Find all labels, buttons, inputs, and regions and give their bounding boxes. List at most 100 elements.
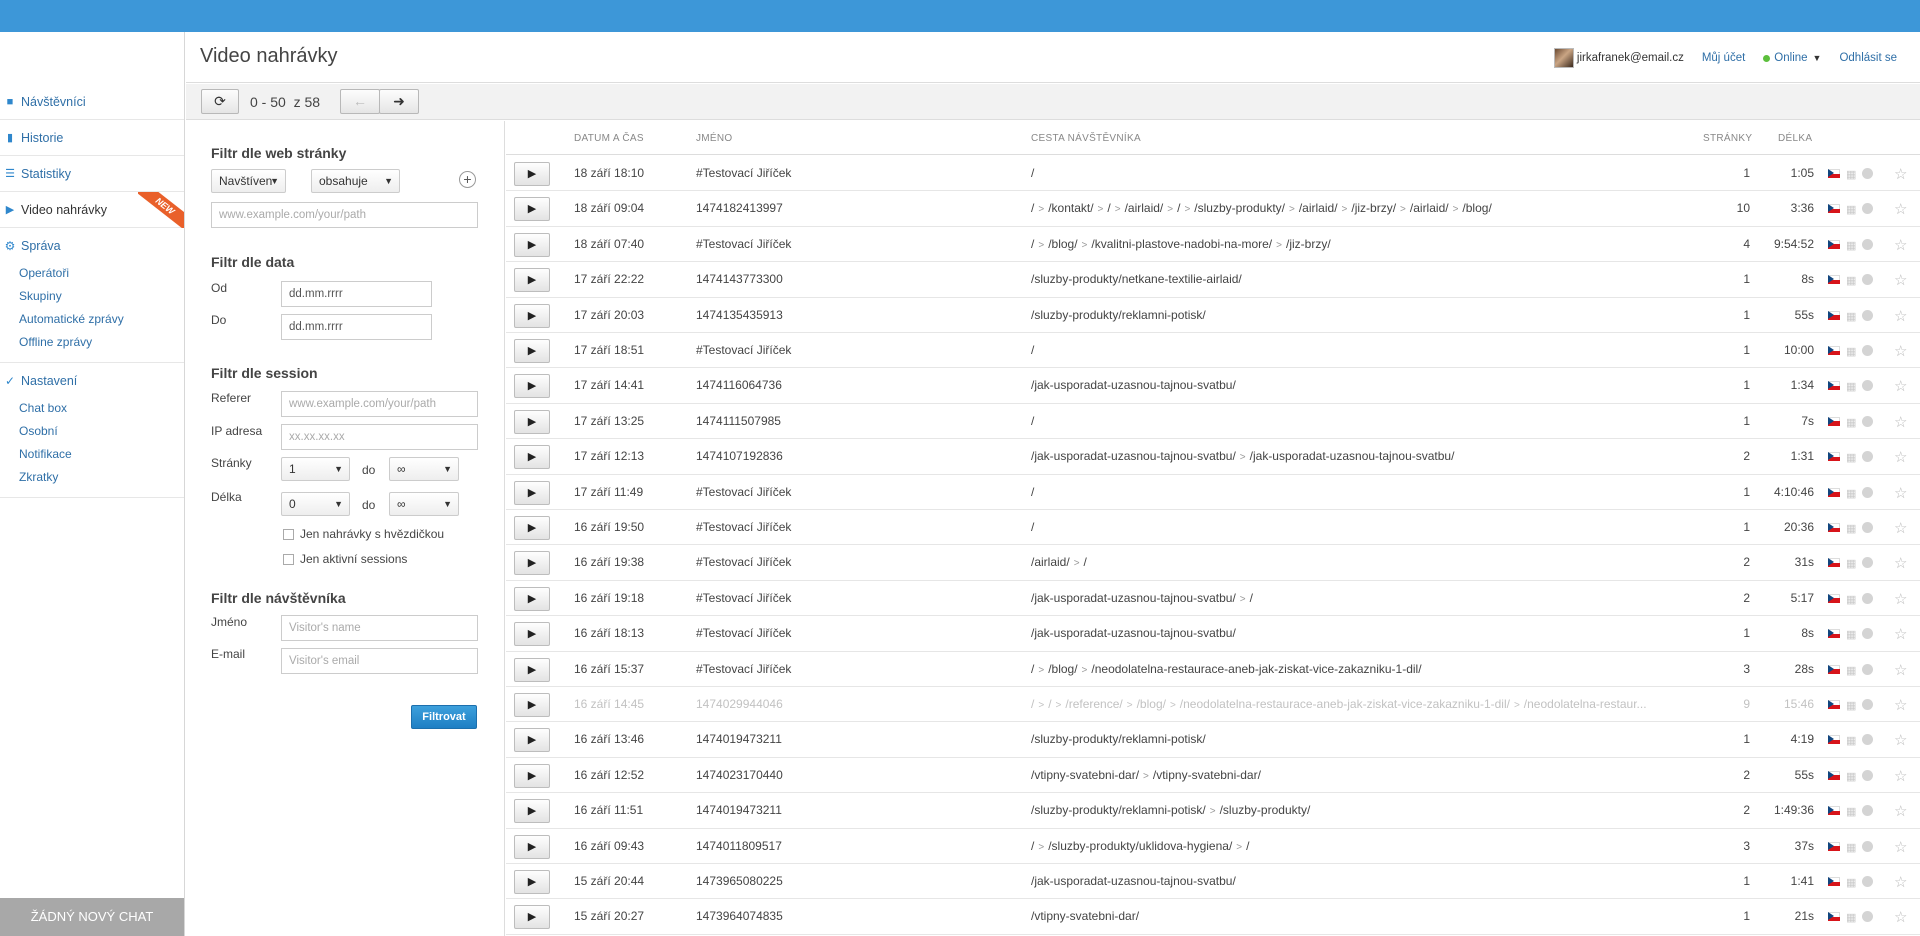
sidebar-item-zkratky[interactable]: Zkratky — [0, 466, 184, 489]
table-row[interactable]: ▶ 16 září 19:50 #Testovací Jiříček / 1 20:36 ▦… — [506, 510, 1920, 546]
refresh-button[interactable]: ⟳ — [201, 89, 239, 114]
star-icon[interactable]: ☆ — [1894, 377, 1907, 395]
chevron-down-icon[interactable]: ▼ — [1813, 53, 1822, 63]
star-icon[interactable]: ☆ — [1894, 307, 1907, 325]
no-new-chat-bar[interactable]: ŽÁDNÝ NOVÝ CHAT — [0, 898, 184, 936]
sidebar-item-automaticke-zpravy[interactable]: Automatické zprávy — [0, 308, 184, 331]
star-icon[interactable]: ☆ — [1894, 802, 1907, 820]
length-from-select[interactable]: 0 ▼ — [281, 492, 350, 516]
play-button[interactable]: ▶ — [514, 728, 550, 753]
my-account-link[interactable]: Můj účet — [1702, 52, 1745, 64]
table-row[interactable]: ▶ 16 září 14:45 1474029944046/> / >/referenc… — [506, 687, 1920, 723]
star-icon[interactable]: ☆ — [1894, 838, 1907, 856]
play-button[interactable]: ▶ — [514, 409, 550, 434]
table-row[interactable]: ▶ 16 září 09:43 1474011809517/>/sluzby-pro… — [506, 829, 1920, 864]
table-row[interactable]: ▶ 15 září 20:44 1473965080225/jak-usporada… — [506, 864, 1920, 900]
referer-input[interactable]: www.example.com/your/path — [281, 391, 478, 417]
sidebar-item-skupiny[interactable]: Skupiny — [0, 285, 184, 308]
web-visited-select[interactable]: Navštíven ▼ — [211, 169, 286, 193]
visitor-email-input[interactable]: Visitor's email — [281, 648, 478, 674]
status-dropdown[interactable]: Online — [1774, 52, 1807, 64]
table-row[interactable]: ▶ 16 září 19:38 #Testovací Jiříček/airlaid… — [506, 545, 1920, 581]
table-row[interactable]: ▶ 16 září 11:51 1474019473211/sluzby-produ… — [506, 793, 1920, 829]
play-button[interactable]: ▶ — [514, 516, 550, 540]
table-row[interactable]: ▶ 17 září 13:25 1474111507985 / 1 7s ▦ ☆ — [506, 404, 1920, 440]
table-row[interactable]: ▶ 17 září 20:03 1474135435913/sluzby-produ… — [506, 298, 1920, 333]
col-name[interactable]: JMÉNO — [696, 133, 733, 144]
active-only-checkbox[interactable] — [283, 554, 294, 565]
play-button[interactable]: ▶ — [514, 551, 550, 576]
sidebar-item-statistiky[interactable]: ☰ Statistiky — [0, 156, 184, 192]
sidebar-item-operatori[interactable]: Operátoři — [0, 262, 184, 285]
next-page-button[interactable]: ➜ — [379, 89, 419, 114]
starred-only-checkbox[interactable] — [283, 529, 294, 540]
visitor-name-input[interactable]: Visitor's name — [281, 615, 478, 641]
sidebar-item-chat-box[interactable]: Chat box — [0, 397, 184, 420]
star-icon[interactable]: ☆ — [1894, 554, 1907, 572]
star-icon[interactable]: ☆ — [1894, 731, 1907, 749]
star-icon[interactable]: ☆ — [1894, 873, 1907, 891]
table-row[interactable]: ▶ 16 září 19:18 #Testovací Jiříček/jak-usp… — [506, 581, 1920, 617]
play-button[interactable]: ▶ — [514, 622, 550, 647]
web-contains-select[interactable]: obsahuje ▼ — [311, 169, 400, 193]
table-row[interactable]: ▶ 16 září 15:37 #Testovací Jiříček / >/blog/… — [506, 652, 1920, 687]
sidebar-item-navstevnici[interactable]: ■ Návštěvníci — [0, 84, 184, 120]
star-icon[interactable]: ☆ — [1894, 342, 1907, 360]
play-button[interactable]: ▶ — [514, 339, 550, 363]
star-icon[interactable]: ☆ — [1894, 661, 1907, 679]
play-button[interactable]: ▶ — [514, 905, 550, 930]
star-icon[interactable]: ☆ — [1894, 908, 1907, 926]
col-length[interactable]: DÉLKA — [1778, 133, 1812, 144]
date-from-input[interactable]: dd.mm.rrrr — [281, 281, 432, 307]
play-button[interactable]: ▶ — [514, 870, 550, 894]
table-row[interactable]: ▶ 18 září 18:10 #Testovací Jiříček / 1 1:05 ▦ ☆ — [506, 156, 1920, 192]
star-icon[interactable]: ☆ — [1894, 519, 1907, 537]
star-icon[interactable]: ☆ — [1894, 696, 1907, 714]
table-row[interactable]: ▶ 17 září 18:51 #Testovací Jiříček / 1 10:00 ▦… — [506, 333, 1920, 369]
play-button[interactable]: ▶ — [514, 162, 550, 186]
star-icon[interactable]: ☆ — [1894, 271, 1907, 289]
play-button[interactable]: ▶ — [514, 232, 550, 257]
prev-page-button[interactable]: ← — [340, 89, 380, 114]
add-filter-button[interactable]: + — [459, 171, 476, 188]
sidebar-section-nastaveni[interactable]: ✓ Nastavení — [0, 365, 184, 397]
sidebar-section-sprava[interactable]: ⚙ Správa — [0, 230, 184, 262]
date-to-input[interactable]: dd.mm.rrrr — [281, 314, 432, 340]
play-button[interactable]: ▶ — [514, 693, 550, 717]
sidebar-item-offline-zpravy[interactable]: Offline zprávy — [0, 331, 184, 354]
table-row[interactable]: ▶ 16 září 12:52 1474023170440/vtipny-svate… — [506, 758, 1920, 794]
star-icon[interactable]: ☆ — [1894, 413, 1907, 431]
sidebar-item-historie[interactable]: ▮ Historie — [0, 120, 184, 156]
star-icon[interactable]: ☆ — [1894, 200, 1907, 218]
play-button[interactable]: ▶ — [514, 763, 550, 788]
logout-link[interactable]: Odhlásit se — [1839, 52, 1897, 64]
avatar[interactable] — [1553, 48, 1574, 68]
col-pages[interactable]: STRÁNKY — [1703, 133, 1752, 144]
star-icon[interactable]: ☆ — [1894, 625, 1907, 643]
col-datetime[interactable]: DATUM A ČAS — [574, 133, 644, 144]
play-button[interactable]: ▶ — [514, 303, 550, 328]
sidebar-item-notifikace[interactable]: Notifikace — [0, 443, 184, 466]
play-button[interactable]: ▶ — [514, 445, 550, 470]
table-row[interactable]: ▶ 16 září 13:46 1474019473211/sluzby-produ… — [506, 722, 1920, 758]
star-icon[interactable]: ☆ — [1894, 767, 1907, 785]
play-button[interactable]: ▶ — [514, 586, 550, 611]
play-button[interactable]: ▶ — [514, 799, 550, 824]
table-row[interactable]: ▶ 17 září 12:13 1474107192836/jak-usporada… — [506, 439, 1920, 475]
ip-input[interactable]: xx.xx.xx.xx — [281, 424, 478, 450]
pages-from-select[interactable]: 1 ▼ — [281, 457, 350, 481]
sidebar-item-video-nahravky[interactable]: ▶ Video nahrávky NEW — [0, 192, 184, 228]
filter-submit-button[interactable]: Filtrovat — [411, 705, 477, 729]
length-to-select[interactable]: ∞ ▼ — [389, 492, 459, 516]
star-icon[interactable]: ☆ — [1894, 448, 1907, 466]
play-button[interactable]: ▶ — [514, 197, 550, 222]
star-icon[interactable]: ☆ — [1894, 236, 1907, 254]
star-icon[interactable]: ☆ — [1894, 590, 1907, 608]
table-row[interactable]: ▶ 17 září 14:41 1474116064736/jak-usporada… — [506, 368, 1920, 404]
play-button[interactable]: ▶ — [514, 834, 550, 859]
table-row[interactable]: ▶ 17 září 22:22 1474143773300/sluzby-produ… — [506, 262, 1920, 298]
sidebar-item-osobni[interactable]: Osobní — [0, 420, 184, 443]
star-icon[interactable]: ☆ — [1894, 484, 1907, 502]
pages-to-select[interactable]: ∞ ▼ — [389, 457, 459, 481]
play-button[interactable]: ▶ — [514, 657, 550, 682]
